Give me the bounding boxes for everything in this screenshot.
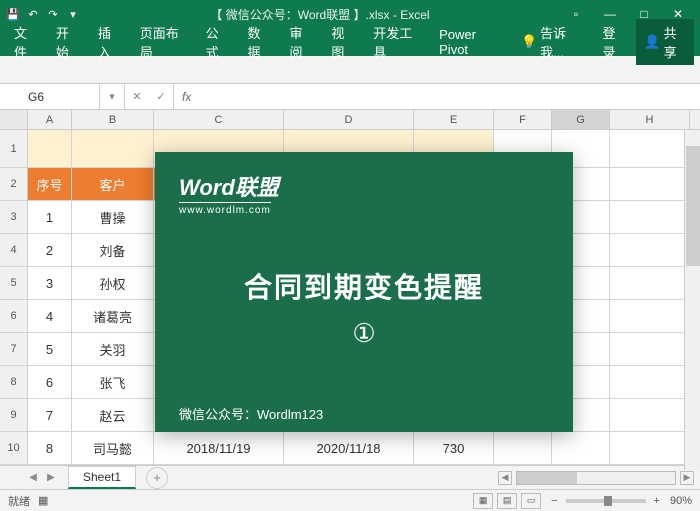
col-header[interactable]: C: [154, 110, 284, 129]
view-pagebreak-icon[interactable]: ▭: [521, 493, 541, 509]
row-header[interactable]: 8: [0, 366, 28, 398]
zoom-level[interactable]: 90%: [670, 495, 692, 507]
tab-file[interactable]: 文件: [6, 19, 46, 65]
overlay-title: 合同到期变色提醒: [179, 266, 549, 306]
col-header[interactable]: D: [284, 110, 414, 129]
col-header[interactable]: H: [610, 110, 690, 129]
tell-me[interactable]: 💡告诉我...: [513, 19, 593, 65]
tab-data[interactable]: 数据: [240, 19, 280, 65]
window-title: 【 微信公众号：Word联盟 】.xlsx - Excel: [80, 6, 560, 23]
tab-review[interactable]: 审阅: [281, 19, 321, 65]
zoom-out-icon[interactable]: −: [551, 495, 557, 507]
cell: 司马懿: [72, 432, 154, 464]
status-ready: 就绪: [8, 493, 30, 509]
cell: 7: [28, 399, 72, 431]
cancel-icon[interactable]: ✕: [125, 84, 149, 109]
tab-powerpivot[interactable]: Power Pivot: [431, 23, 511, 61]
tab-formulas[interactable]: 公式: [198, 19, 238, 65]
tab-home[interactable]: 开始: [48, 19, 88, 65]
cell: 5: [28, 333, 72, 365]
macro-icon[interactable]: ▦: [38, 494, 48, 507]
sheet-nav-prev-icon[interactable]: ◀: [24, 472, 42, 483]
status-bar: 就绪 ▦ ▦ ▤ ▭ − + 90%: [0, 489, 700, 511]
tab-developer[interactable]: 开发工具: [365, 19, 429, 65]
cell: 孙权: [72, 267, 154, 299]
horizontal-scrollbar[interactable]: ◀ ▶: [168, 471, 700, 485]
share-button[interactable]: 👤共享: [636, 19, 694, 65]
cell: 730: [414, 432, 494, 464]
zoom-slider[interactable]: [566, 499, 646, 503]
tab-layout[interactable]: 页面布局: [132, 19, 196, 65]
row-header[interactable]: 4: [0, 234, 28, 266]
cell: 刘备: [72, 234, 154, 266]
row-header[interactable]: 10: [0, 432, 28, 464]
col-header[interactable]: E: [414, 110, 494, 129]
cell: 4: [28, 300, 72, 332]
overlay-banner: WordWord联盟联盟 www.wordlm.com 合同到期变色提醒 ① 微…: [155, 152, 573, 432]
cell: 6: [28, 366, 72, 398]
row-header[interactable]: 5: [0, 267, 28, 299]
col-header[interactable]: F: [494, 110, 552, 129]
col-header[interactable]: B: [72, 110, 154, 129]
cell: 曹操: [72, 201, 154, 233]
cell: 2018/11/19: [154, 432, 284, 464]
scroll-left-icon[interactable]: ◀: [498, 471, 512, 485]
login-button[interactable]: 登录: [594, 19, 634, 65]
tab-insert[interactable]: 插入: [90, 19, 130, 65]
row-header[interactable]: 6: [0, 300, 28, 332]
overlay-footer: 微信公众号：Wordlm123: [179, 404, 549, 423]
tab-view[interactable]: 视图: [323, 19, 363, 65]
cell: 1: [28, 201, 72, 233]
fx-icon[interactable]: fx: [174, 90, 199, 104]
cell: 诸葛亮: [72, 300, 154, 332]
row-header[interactable]: 2: [0, 168, 28, 200]
vertical-scrollbar[interactable]: [684, 130, 700, 470]
row-header[interactable]: 3: [0, 201, 28, 233]
zoom-in-icon[interactable]: +: [654, 495, 660, 507]
sheet-tabs: ◀ ▶ Sheet1 + ◀ ▶: [0, 465, 700, 489]
col-header[interactable]: G: [552, 110, 610, 129]
cell: 2: [28, 234, 72, 266]
ribbon-tabs: 文件 开始 插入 页面布局 公式 数据 审阅 视图 开发工具 Power Piv…: [0, 28, 700, 56]
view-normal-icon[interactable]: ▦: [473, 493, 493, 509]
person-icon: 👤: [644, 34, 660, 50]
add-sheet-button[interactable]: +: [146, 467, 168, 489]
cell: 关羽: [72, 333, 154, 365]
view-layout-icon[interactable]: ▤: [497, 493, 517, 509]
overlay-url: www.wordlm.com: [179, 202, 271, 216]
scroll-right-icon[interactable]: ▶: [680, 471, 694, 485]
enter-icon[interactable]: ✓: [149, 84, 173, 109]
namebox-dropdown-icon[interactable]: ▾: [100, 84, 124, 109]
bulb-icon: 💡: [521, 34, 537, 50]
table-header: 序号: [28, 168, 72, 200]
sheet-nav-next-icon[interactable]: ▶: [42, 472, 60, 483]
cell: 8: [28, 432, 72, 464]
cell: 2020/11/18: [284, 432, 414, 464]
row-header[interactable]: 9: [0, 399, 28, 431]
cell: 赵云: [72, 399, 154, 431]
col-header[interactable]: A: [28, 110, 72, 129]
table-header: 客户: [72, 168, 154, 200]
overlay-number: ①: [179, 318, 549, 349]
row-header[interactable]: 1: [0, 130, 28, 167]
cell: 张飞: [72, 366, 154, 398]
cell: 3: [28, 267, 72, 299]
formula-bar: G6 ▾ ✕ ✓ fx: [0, 84, 700, 110]
row-header[interactable]: 7: [0, 333, 28, 365]
overlay-logo: WordWord联盟联盟: [179, 170, 549, 202]
name-box[interactable]: G6: [20, 84, 100, 109]
select-all-corner[interactable]: [0, 110, 28, 129]
sheet-tab[interactable]: Sheet1: [68, 466, 136, 489]
